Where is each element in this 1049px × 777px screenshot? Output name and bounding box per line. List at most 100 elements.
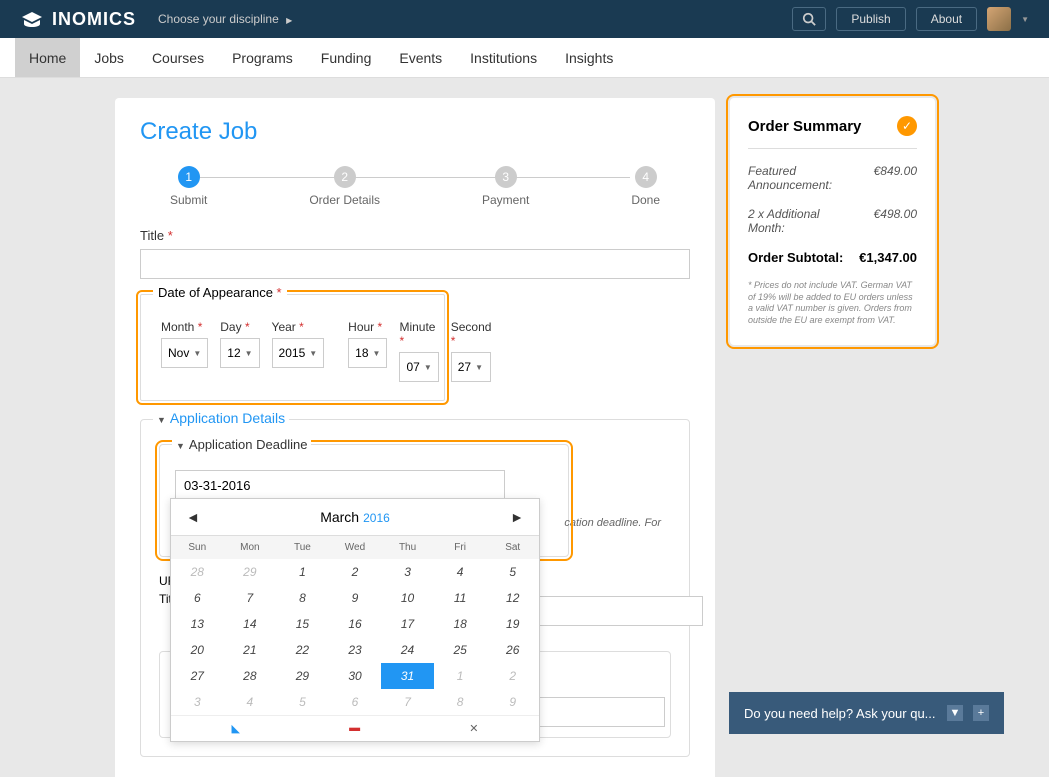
order-title: Order Summary: [748, 118, 861, 135]
calendar-day[interactable]: 11: [434, 585, 487, 611]
calendar-day[interactable]: 24: [381, 637, 434, 663]
title-label: Title *: [140, 228, 173, 243]
order-summary-box: Order Summary ✓ Featured Announcement: €…: [730, 98, 935, 345]
progress-steps: 1 Submit 2 Order Details 3 Payment 4 Don…: [140, 166, 690, 207]
title-input[interactable]: [140, 249, 690, 279]
step-num-2: 2: [334, 166, 356, 188]
calendar-day[interactable]: 7: [224, 585, 277, 611]
year-label: Year *: [272, 320, 325, 334]
search-button[interactable]: [792, 7, 826, 31]
day-select[interactable]: 12▼: [220, 338, 259, 368]
calendar-day[interactable]: 4: [224, 689, 277, 715]
calendar-day[interactable]: 2: [486, 663, 539, 689]
calendar-day[interactable]: 1: [434, 663, 487, 689]
calendar-day[interactable]: 5: [276, 689, 329, 715]
calendar-day[interactable]: 13: [171, 611, 224, 637]
calendar-day[interactable]: 4: [434, 559, 487, 585]
calendar-day[interactable]: 12: [486, 585, 539, 611]
nav-programs[interactable]: Programs: [218, 38, 307, 77]
calendar-dow: Sat: [486, 536, 539, 559]
calendar-day[interactable]: 28: [224, 663, 277, 689]
app-details-toggle[interactable]: ▼Application Details: [141, 410, 689, 426]
date-appearance-fieldset: Date of Appearance * Month * Nov▼ Day * …: [140, 294, 445, 401]
calendar-footer: ◣ ▬ ✕: [171, 715, 539, 741]
calendar-day[interactable]: 29: [276, 663, 329, 689]
calendar-day[interactable]: 17: [381, 611, 434, 637]
nav-jobs[interactable]: Jobs: [80, 38, 138, 77]
year-col: Year * 2015▼: [272, 320, 325, 382]
calendar-day[interactable]: 28: [171, 559, 224, 585]
calendar-day[interactable]: 18: [434, 611, 487, 637]
help-minimize-icon[interactable]: ▼: [947, 705, 963, 721]
main-nav: Home Jobs Courses Programs Funding Event…: [0, 38, 1049, 78]
month-label: Month *: [161, 320, 208, 334]
calendar-day[interactable]: 29: [224, 559, 277, 585]
calendar-dow: Mon: [224, 536, 277, 559]
logo[interactable]: INOMICS: [20, 9, 136, 30]
calendar-day[interactable]: 15: [276, 611, 329, 637]
calendar-day[interactable]: 7: [381, 689, 434, 715]
nav-courses[interactable]: Courses: [138, 38, 218, 77]
step-label-1: Submit: [170, 193, 207, 207]
calendar-day[interactable]: 26: [486, 637, 539, 663]
step-submit: 1 Submit: [170, 166, 207, 207]
calendar-dow: Wed: [329, 536, 382, 559]
calendar-foot-clear[interactable]: ▬: [349, 722, 360, 735]
second-col: Second * 27▼: [451, 320, 492, 382]
minute-select[interactable]: 07▼: [399, 352, 438, 382]
help-expand-icon[interactable]: +: [973, 705, 989, 721]
calendar-day[interactable]: 30: [329, 663, 382, 689]
calendar-day[interactable]: 22: [276, 637, 329, 663]
nav-home[interactable]: Home: [15, 38, 80, 77]
hour-select[interactable]: 18▼: [348, 338, 387, 368]
about-button[interactable]: About: [916, 7, 977, 31]
month-select[interactable]: Nov▼: [161, 338, 208, 368]
nav-institutions[interactable]: Institutions: [456, 38, 551, 77]
calendar-day[interactable]: 2: [329, 559, 382, 585]
calendar-day[interactable]: 20: [171, 637, 224, 663]
calendar-day[interactable]: 6: [329, 689, 382, 715]
calendar-prev-button[interactable]: ◄: [186, 509, 200, 525]
nav-insights[interactable]: Insights: [551, 38, 627, 77]
calendar-day[interactable]: 21: [224, 637, 277, 663]
help-bar[interactable]: Do you need help? Ask your qu... ▼ +: [729, 692, 1004, 734]
deadline-input[interactable]: [175, 470, 505, 500]
publish-button[interactable]: Publish: [836, 7, 905, 31]
calendar-day[interactable]: 9: [329, 585, 382, 611]
year-select[interactable]: 2015▼: [272, 338, 325, 368]
second-select[interactable]: 27▼: [451, 352, 492, 382]
calendar-day[interactable]: 31: [381, 663, 434, 689]
caret-down-icon: ▼: [193, 349, 201, 358]
nav-events[interactable]: Events: [385, 38, 456, 77]
calendar-day[interactable]: 6: [171, 585, 224, 611]
calendar-foot-prev[interactable]: ◣: [232, 722, 240, 735]
calendar-day[interactable]: 8: [434, 689, 487, 715]
step-label-4: Done: [631, 193, 660, 207]
order-item-2: 2 x Additional Month: €498.00: [748, 207, 917, 235]
avatar[interactable]: [987, 7, 1011, 31]
caret-down-icon: ▼: [309, 349, 317, 358]
calendar-day[interactable]: 23: [329, 637, 382, 663]
discipline-selector[interactable]: Choose your discipline ▶: [158, 12, 292, 26]
calendar-day[interactable]: 27: [171, 663, 224, 689]
calendar-day[interactable]: 3: [381, 559, 434, 585]
app-deadline-toggle[interactable]: ▼Application Deadline: [160, 437, 568, 452]
calendar-day[interactable]: 8: [276, 585, 329, 611]
calendar-day[interactable]: 14: [224, 611, 277, 637]
hour-col: Hour * 18▼: [348, 320, 387, 382]
calendar-foot-close[interactable]: ✕: [469, 722, 478, 735]
hour-label: Hour *: [348, 320, 387, 334]
calendar-next-button[interactable]: ►: [510, 509, 524, 525]
calendar-day[interactable]: 10: [381, 585, 434, 611]
calendar-day[interactable]: 3: [171, 689, 224, 715]
calendar-day[interactable]: 9: [486, 689, 539, 715]
calendar-day[interactable]: 5: [486, 559, 539, 585]
calendar-day[interactable]: 1: [276, 559, 329, 585]
calendar-day[interactable]: 19: [486, 611, 539, 637]
day-label: Day *: [220, 320, 259, 334]
nav-funding[interactable]: Funding: [307, 38, 386, 77]
page-title: Create Job: [140, 118, 690, 146]
step-order-details: 2 Order Details: [309, 166, 380, 207]
calendar-day[interactable]: 25: [434, 637, 487, 663]
calendar-day[interactable]: 16: [329, 611, 382, 637]
